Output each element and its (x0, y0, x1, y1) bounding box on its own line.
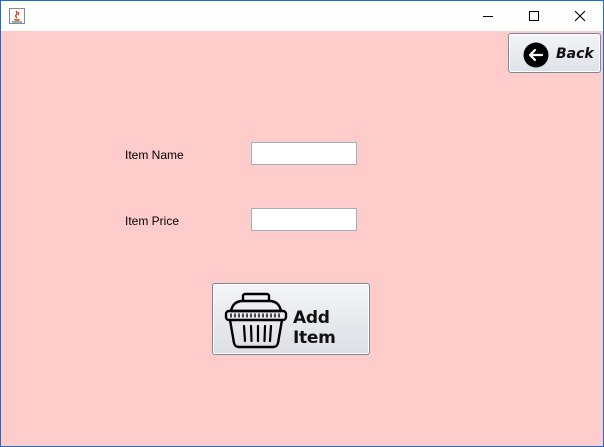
item-price-label: Item Price (125, 214, 180, 228)
back-button-label: Back (556, 46, 594, 62)
item-name-field[interactable] (251, 142, 357, 165)
close-button[interactable] (557, 1, 603, 31)
minimize-icon (483, 16, 493, 17)
minimize-button[interactable] (465, 1, 511, 31)
title-bar[interactable] (1, 1, 603, 31)
back-button[interactable]: Back (508, 33, 601, 73)
content-panel: Back Item Name Item Price Add Item (1, 31, 603, 446)
item-price-field[interactable] (251, 208, 357, 231)
arrow-left-circle-icon (523, 42, 549, 68)
maximize-button[interactable] (511, 1, 557, 31)
basket-icon (224, 292, 288, 349)
maximize-icon (529, 11, 539, 21)
item-name-label: Item Name (125, 148, 184, 162)
close-icon (574, 10, 586, 22)
add-item-button-label: Add Item (293, 308, 336, 348)
add-item-button[interactable]: Add Item (212, 283, 370, 355)
java-app-icon (9, 8, 25, 24)
app-window: Back Item Name Item Price Add Item (0, 0, 604, 447)
